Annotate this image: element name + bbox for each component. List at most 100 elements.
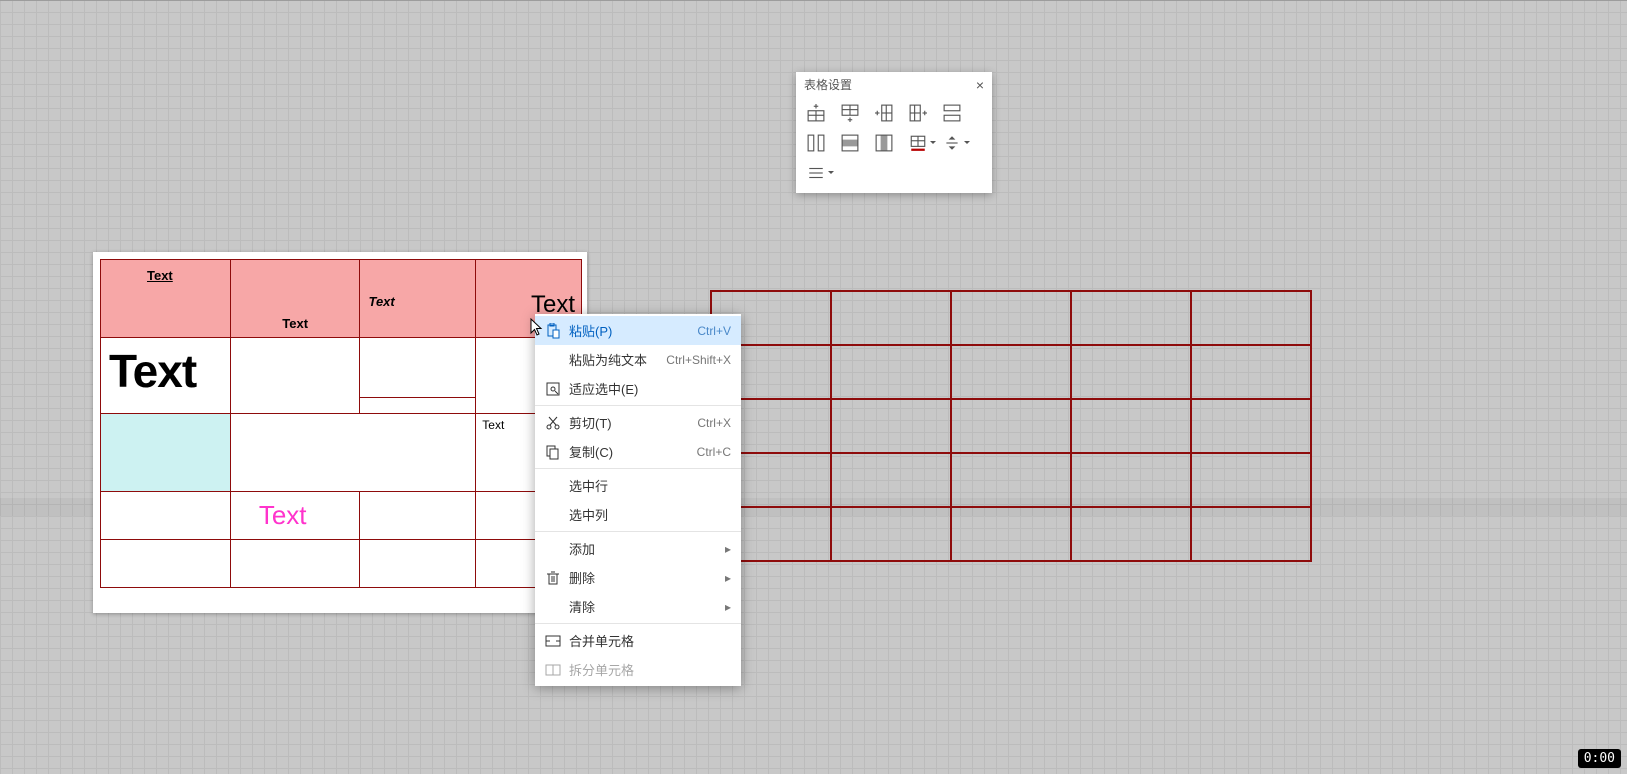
table-cell[interactable]: [360, 492, 476, 540]
blank-icon: [545, 478, 561, 494]
context-menu-label: 粘贴(P): [569, 321, 689, 340]
insert-row-below-icon[interactable]: [840, 103, 860, 123]
close-icon[interactable]: ×: [976, 77, 984, 93]
table-cell[interactable]: [1071, 291, 1191, 345]
table-cell[interactable]: [951, 399, 1071, 453]
left-table[interactable]: Text Text Text Text Text: [100, 259, 582, 588]
table-cell[interactable]: [1071, 345, 1191, 399]
context-menu-item[interactable]: 合并单元格: [535, 626, 741, 655]
menu-separator: [535, 468, 741, 469]
delete-icon: [545, 570, 561, 586]
table-cell[interactable]: [951, 507, 1071, 561]
table-cell[interactable]: [360, 540, 476, 588]
align-vertical-icon[interactable]: [942, 133, 962, 153]
context-menu-item[interactable]: 粘贴为纯文本Ctrl+Shift+X: [535, 345, 741, 374]
context-menu-label: 添加: [569, 539, 717, 558]
context-menu-item[interactable]: 粘贴(P)Ctrl+V: [535, 316, 741, 345]
table-cell[interactable]: [831, 399, 951, 453]
table-cell[interactable]: [360, 398, 476, 414]
context-menu-item[interactable]: 复制(C) Ctrl+C: [535, 437, 741, 466]
table-cell[interactable]: [230, 540, 360, 588]
blank-icon: [545, 352, 561, 368]
table-cell[interactable]: [831, 291, 951, 345]
keyboard-shortcut: Ctrl+X: [697, 416, 731, 430]
table-cell[interactable]: [1191, 291, 1311, 345]
context-menu-item[interactable]: 选中行: [535, 471, 741, 500]
paste-icon: [545, 323, 561, 339]
table-header-cell[interactable]: Text: [101, 260, 231, 338]
table-cell[interactable]: [360, 338, 476, 398]
blank-icon: [545, 599, 561, 615]
fit-selection-icon: [545, 381, 561, 397]
table-cell[interactable]: [951, 345, 1071, 399]
insert-row-above-icon[interactable]: [806, 103, 826, 123]
context-menu-label: 复制(C): [569, 442, 689, 461]
cell-text: Text: [101, 260, 173, 283]
context-menu-item[interactable]: 选中列: [535, 500, 741, 529]
delete-row-icon[interactable]: [840, 133, 860, 153]
table-cell[interactable]: [101, 540, 231, 588]
context-menu-label: 适应选中(E): [569, 379, 731, 398]
insert-col-left-icon[interactable]: [874, 103, 894, 123]
context-menu-label: 选中行: [569, 476, 731, 495]
align-horizontal-icon[interactable]: [806, 163, 826, 183]
table-header-cell[interactable]: Text: [360, 260, 476, 338]
cell-text: Text: [282, 316, 308, 331]
table-header-cell[interactable]: Text: [230, 260, 360, 338]
copy-icon: [545, 444, 561, 460]
context-menu-item[interactable]: 适应选中(E): [535, 374, 741, 403]
context-menu-label: 合并单元格: [569, 631, 731, 650]
table-cell[interactable]: [831, 345, 951, 399]
menu-separator: [535, 623, 741, 624]
table-settings-palette[interactable]: 表格设置 ×: [796, 72, 992, 193]
table-cell-highlighted[interactable]: [101, 414, 231, 492]
table-cell[interactable]: [951, 453, 1071, 507]
split-horizontal-icon[interactable]: [942, 103, 962, 123]
cut-icon: [545, 415, 561, 431]
keyboard-shortcut: Ctrl+C: [697, 445, 731, 459]
context-menu-label: 清除: [569, 597, 717, 616]
table-cell[interactable]: [1191, 507, 1311, 561]
menu-separator: [535, 531, 741, 532]
context-menu-label: 选中列: [569, 505, 731, 524]
table-cell[interactable]: [831, 507, 951, 561]
context-menu-item: 拆分单元格: [535, 655, 741, 684]
table-cell[interactable]: Text: [230, 492, 360, 540]
context-menu-label: 拆分单元格: [569, 660, 731, 679]
table-cell[interactable]: [101, 492, 231, 540]
recording-timestamp: 0:00: [1578, 749, 1621, 768]
context-menu-item[interactable]: 清除: [535, 592, 741, 621]
context-menu-label: 删除: [569, 568, 717, 587]
border-color-icon[interactable]: [908, 133, 928, 153]
cell-text: Text: [259, 500, 307, 531]
table-cell[interactable]: [1071, 453, 1191, 507]
context-menu-item[interactable]: 添加: [535, 534, 741, 563]
menu-separator: [535, 405, 741, 406]
insert-col-right-icon[interactable]: [908, 103, 928, 123]
table-cell[interactable]: [1191, 345, 1311, 399]
table-cell[interactable]: [230, 338, 360, 414]
cell-text: Text: [482, 418, 504, 432]
palette-body: [796, 97, 992, 193]
table-cell[interactable]: [1191, 399, 1311, 453]
blank-icon: [545, 507, 561, 523]
palette-title: 表格设置: [804, 76, 852, 93]
table-cell[interactable]: [831, 453, 951, 507]
split-vertical-icon[interactable]: [806, 133, 826, 153]
right-table[interactable]: [710, 290, 1312, 562]
delete-col-icon[interactable]: [874, 133, 894, 153]
keyboard-shortcut: Ctrl+Shift+X: [666, 353, 731, 367]
context-menu-item[interactable]: 剪切(T)Ctrl+X: [535, 408, 741, 437]
merge-cells-icon: [545, 633, 561, 649]
cell-text: Text: [109, 344, 196, 398]
table-cell[interactable]: [1191, 453, 1311, 507]
context-menu-item[interactable]: 删除: [535, 563, 741, 592]
left-table-sheet[interactable]: Text Text Text Text Text: [93, 252, 587, 613]
table-cell[interactable]: [230, 414, 475, 492]
ruler-line: [0, 0, 1627, 1]
table-cell[interactable]: Text: [101, 338, 231, 414]
table-cell[interactable]: [1071, 399, 1191, 453]
table-cell[interactable]: [1071, 507, 1191, 561]
table-cell[interactable]: [951, 291, 1071, 345]
chevron-right-icon: [725, 542, 731, 556]
